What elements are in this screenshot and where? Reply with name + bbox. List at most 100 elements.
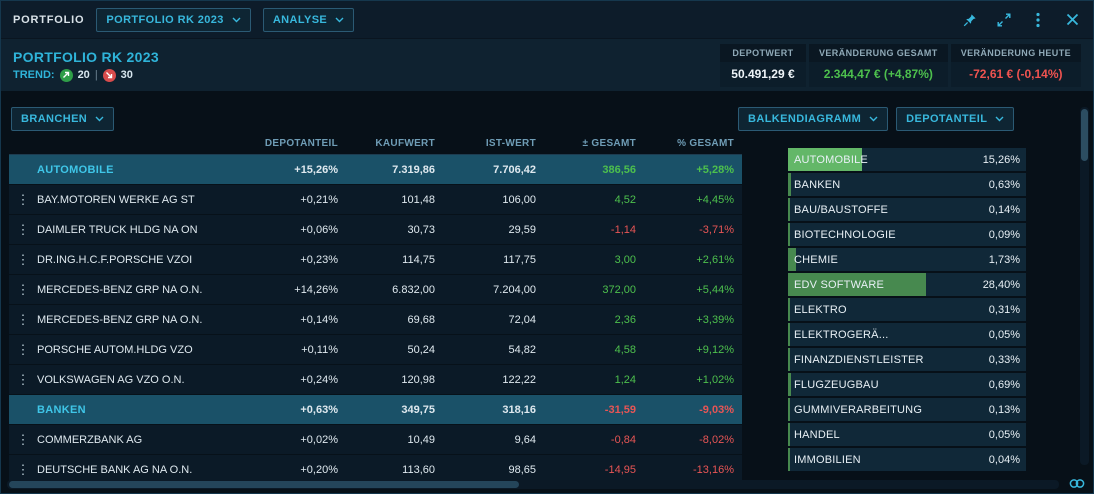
row-menu-icon[interactable]: ⋮ bbox=[9, 372, 37, 388]
kaufwert-value: 50,24 bbox=[346, 344, 443, 356]
row-menu-icon[interactable]: ⋮ bbox=[9, 252, 37, 268]
horizontal-scrollbar-thumb[interactable] bbox=[9, 481, 519, 488]
col-gesamt[interactable]: ± GESAMT bbox=[544, 138, 644, 149]
chart-bar-row[interactable]: EDV SOFTWARE 28,40% bbox=[788, 273, 1026, 296]
pct-gesamt-value: +9,12% bbox=[644, 344, 742, 356]
chart-bar-row[interactable]: GUMMIVERARBEITUNG 0,13% bbox=[788, 398, 1026, 421]
gesamt-value: 1,24 bbox=[544, 374, 644, 386]
pct-gesamt-value: +5,28% bbox=[644, 164, 742, 176]
stat-veraenderung-gesamt: VERÄNDERUNG GESAMT 2.344,47 € (+4,87%) bbox=[809, 44, 948, 87]
table-row[interactable]: ⋮ BAY.MOTOREN WERKE AG ST +0,21% 101,48 … bbox=[9, 185, 742, 215]
stat-label: VERÄNDERUNG GESAMT bbox=[809, 44, 948, 62]
position-name: BAY.MOTOREN WERKE AG ST bbox=[37, 194, 249, 206]
chart-bar-label: ELEKTRO bbox=[794, 298, 847, 321]
row-menu-icon[interactable]: ⋮ bbox=[9, 282, 37, 298]
sector-group-row[interactable]: BANKEN +0,63% 349,75 318,16 -31,59 -9,03… bbox=[9, 395, 742, 425]
position-name: VOLKSWAGEN AG VZO O.N. bbox=[37, 374, 249, 386]
chart-type-select[interactable]: BALKENDIAGRAMM bbox=[738, 107, 888, 131]
chart-type-value: BALKENDIAGRAMM bbox=[748, 113, 861, 125]
position-name: MERCEDES-BENZ GRP NA O.N. bbox=[37, 284, 249, 296]
link-icon[interactable] bbox=[1069, 477, 1085, 491]
row-menu-icon[interactable]: ⋮ bbox=[9, 342, 37, 358]
row-menu-icon[interactable]: ⋮ bbox=[9, 462, 37, 478]
bar bbox=[788, 323, 790, 346]
horizontal-scrollbar[interactable] bbox=[7, 480, 1059, 489]
vertical-scrollbar-thumb[interactable] bbox=[1081, 109, 1088, 161]
ist-wert-value: 106,00 bbox=[443, 194, 544, 206]
row-menu-icon[interactable]: ⋮ bbox=[9, 432, 37, 448]
chart-bar-label: FLUGZEUGBAU bbox=[794, 373, 879, 396]
expand-icon[interactable] bbox=[995, 11, 1013, 29]
bar bbox=[788, 298, 790, 321]
chart-bar-row[interactable]: FLUGZEUGBAU 0,69% bbox=[788, 373, 1026, 396]
portfolio-select[interactable]: PORTFOLIO RK 2023 bbox=[96, 8, 250, 32]
window-controls bbox=[961, 11, 1081, 29]
table-row[interactable]: ⋮ VOLKSWAGEN AG VZO O.N. +0,24% 120,98 1… bbox=[9, 365, 742, 395]
table-row[interactable]: ⋮ MERCEDES-BENZ GRP NA O.N. +14,26% 6.83… bbox=[9, 275, 742, 305]
row-menu-icon[interactable]: ⋮ bbox=[9, 222, 37, 238]
bar bbox=[788, 373, 791, 396]
chart-bar-value: 0,33% bbox=[989, 348, 1020, 371]
gesamt-value: 4,52 bbox=[544, 194, 644, 206]
pct-gesamt-value: +4,45% bbox=[644, 194, 742, 206]
sector-group-row[interactable]: AUTOMOBILE +15,26% 7.319,86 7.706,42 386… bbox=[9, 155, 742, 185]
trend-up-icon bbox=[60, 69, 73, 82]
stat-label: DEPOTWERT bbox=[720, 44, 806, 62]
pct-gesamt-value: +5,44% bbox=[644, 284, 742, 296]
branchen-select[interactable]: BRANCHEN bbox=[11, 107, 114, 131]
portfolio-header: PORTFOLIO RK 2023 TREND: 20 | 30 DEPOTWE… bbox=[1, 39, 1093, 91]
gesamt-value: 2,36 bbox=[544, 314, 644, 326]
chart-bar-row[interactable]: BANKEN 0,63% bbox=[788, 173, 1026, 196]
pin-icon[interactable] bbox=[961, 11, 979, 29]
chart-bar-row[interactable]: HANDEL 0,05% bbox=[788, 423, 1026, 446]
ist-wert-value: 72,04 bbox=[443, 314, 544, 326]
bar bbox=[788, 423, 790, 446]
vertical-scrollbar[interactable] bbox=[1080, 107, 1089, 465]
gesamt-value: 372,00 bbox=[544, 284, 644, 296]
chevron-down-icon bbox=[335, 17, 344, 23]
table-row[interactable]: ⋮ MERCEDES-BENZ GRP NA O.N. +0,14% 69,68… bbox=[9, 305, 742, 335]
chart-bar-label: ELEKTROGERÄ... bbox=[794, 323, 889, 346]
pct-gesamt-value: +3,39% bbox=[644, 314, 742, 326]
chart-bar-row[interactable]: AUTOMOBILE 15,26% bbox=[788, 148, 1026, 171]
chart-bar-row[interactable]: BAU/BAUSTOFFE 0,14% bbox=[788, 198, 1026, 221]
pct-gesamt-value: -9,03% bbox=[644, 404, 742, 416]
table-row[interactable]: ⋮ DR.ING.H.C.F.PORSCHE VZOI +0,23% 114,7… bbox=[9, 245, 742, 275]
chart-metric-select[interactable]: DEPOTANTEIL bbox=[896, 107, 1014, 131]
app-title: PORTFOLIO bbox=[13, 14, 84, 26]
chart-bar-row[interactable]: FINANZDIENSTLEISTER 0,33% bbox=[788, 348, 1026, 371]
depotanteil-value: +0,21% bbox=[249, 194, 346, 206]
table-row[interactable]: ⋮ PORSCHE AUTOM.HLDG VZO +0,11% 50,24 54… bbox=[9, 335, 742, 365]
kebab-menu-icon[interactable] bbox=[1029, 11, 1047, 29]
col-ist-wert[interactable]: IST-WERT bbox=[443, 138, 544, 149]
close-icon[interactable] bbox=[1063, 11, 1081, 29]
table-row[interactable]: ⋮ COMMERZBANK AG +0,02% 10,49 9,64 -0,84… bbox=[9, 425, 742, 455]
ist-wert-value: 122,22 bbox=[443, 374, 544, 386]
sector-bar-chart: AUTOMOBILE 15,26% BANKEN 0,63% BAU/BAUST… bbox=[788, 148, 1026, 473]
row-menu-icon[interactable]: ⋮ bbox=[9, 192, 37, 208]
col-pct-gesamt[interactable]: % GESAMT bbox=[644, 138, 742, 149]
gesamt-value: 3,00 bbox=[544, 254, 644, 266]
chart-bar-row[interactable]: CHEMIE 1,73% bbox=[788, 248, 1026, 271]
analyse-select[interactable]: ANALYSE bbox=[263, 8, 354, 32]
chart-bar-value: 0,09% bbox=[989, 223, 1020, 246]
top-toolbar: PORTFOLIO PORTFOLIO RK 2023 ANALYSE bbox=[1, 1, 1093, 39]
chart-bar-value: 0,63% bbox=[989, 173, 1020, 196]
col-depotanteil[interactable]: DEPOTANTEIL bbox=[249, 138, 346, 149]
chevron-down-icon bbox=[995, 116, 1004, 122]
kaufwert-value: 69,68 bbox=[346, 314, 443, 326]
ist-wert-value: 54,82 bbox=[443, 344, 544, 356]
chart-bar-row[interactable]: BIOTECHNOLOGIE 0,09% bbox=[788, 223, 1026, 246]
gesamt-value: -31,59 bbox=[544, 404, 644, 416]
sector-name: BANKEN bbox=[37, 404, 249, 416]
trend-separator: | bbox=[95, 69, 98, 81]
chart-bar-row[interactable]: ELEKTRO 0,31% bbox=[788, 298, 1026, 321]
table-header-row: DEPOTANTEIL KAUFWERT IST-WERT ± GESAMT %… bbox=[9, 133, 742, 155]
position-name: DEUTSCHE BANK AG NA O.N. bbox=[37, 464, 249, 476]
chart-bar-label: EDV SOFTWARE bbox=[794, 273, 884, 296]
chart-bar-row[interactable]: IMMOBILIEN 0,04% bbox=[788, 448, 1026, 471]
table-row[interactable]: ⋮ DAIMLER TRUCK HLDG NA ON +0,06% 30,73 … bbox=[9, 215, 742, 245]
chart-bar-row[interactable]: ELEKTROGERÄ... 0,05% bbox=[788, 323, 1026, 346]
col-kaufwert[interactable]: KAUFWERT bbox=[346, 138, 443, 149]
row-menu-icon[interactable]: ⋮ bbox=[9, 312, 37, 328]
